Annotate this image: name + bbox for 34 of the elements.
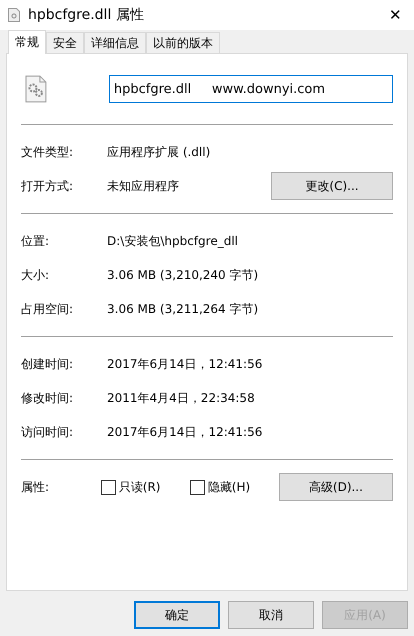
field-label: 属性: [21, 478, 50, 496]
dialog-button[interactable]: 确定 [134, 601, 220, 629]
dialog-button[interactable]: 取消 [228, 601, 314, 629]
tab[interactable]: 详细信息 [84, 32, 146, 53]
settings-file-icon [8, 8, 20, 22]
tab[interactable]: 安全 [46, 32, 84, 53]
field-value: 2017年6月14日，12:41:56 [107, 356, 264, 372]
field-label: 打开方式: [21, 178, 74, 194]
tab[interactable]: 以前的版本 [146, 32, 220, 53]
close-button[interactable]: ✕ [385, 6, 406, 24]
tab[interactable]: 常规 [8, 30, 46, 54]
field-label: 访问时间: [21, 424, 74, 440]
field-value: 2011年4月4日，22:34:58 [107, 390, 256, 406]
field-label: 创建时间: [21, 356, 74, 372]
checkbox-label: 隐藏(H) [208, 478, 250, 496]
file-name-field[interactable]: hpbcfgre.dll www.downyi.com [108, 75, 393, 103]
field-value: D:\安装包\hpbcfgre_dll [107, 232, 239, 250]
change-button[interactable]: 更改(C)... [271, 172, 393, 200]
advanced-button[interactable]: 高级(D)... [278, 473, 393, 501]
field-value: 3.06 MB (3,210,240 字节) [107, 266, 260, 284]
window-title: hpbcfgre.dll 属性 [28, 6, 145, 24]
settings-file-icon [25, 75, 47, 103]
field-value: 3.06 MB (3,211,264 字节) [107, 300, 260, 318]
field-label: 大小: [21, 266, 50, 284]
field-label: 文件类型: [21, 144, 74, 160]
checkbox[interactable] [190, 480, 205, 494]
checkbox[interactable] [100, 480, 116, 494]
field-label: 修改时间: [21, 390, 74, 406]
field-value: 应用程序扩展 (.dll) [107, 144, 212, 160]
field-value: 未知应用程序 [107, 178, 180, 194]
field-label: 位置: [21, 232, 50, 250]
field-value: 2017年6月14日，12:41:56 [107, 424, 264, 440]
checkbox-label: 只读(R) [118, 478, 160, 496]
field-label: 占用空间: [21, 300, 74, 318]
